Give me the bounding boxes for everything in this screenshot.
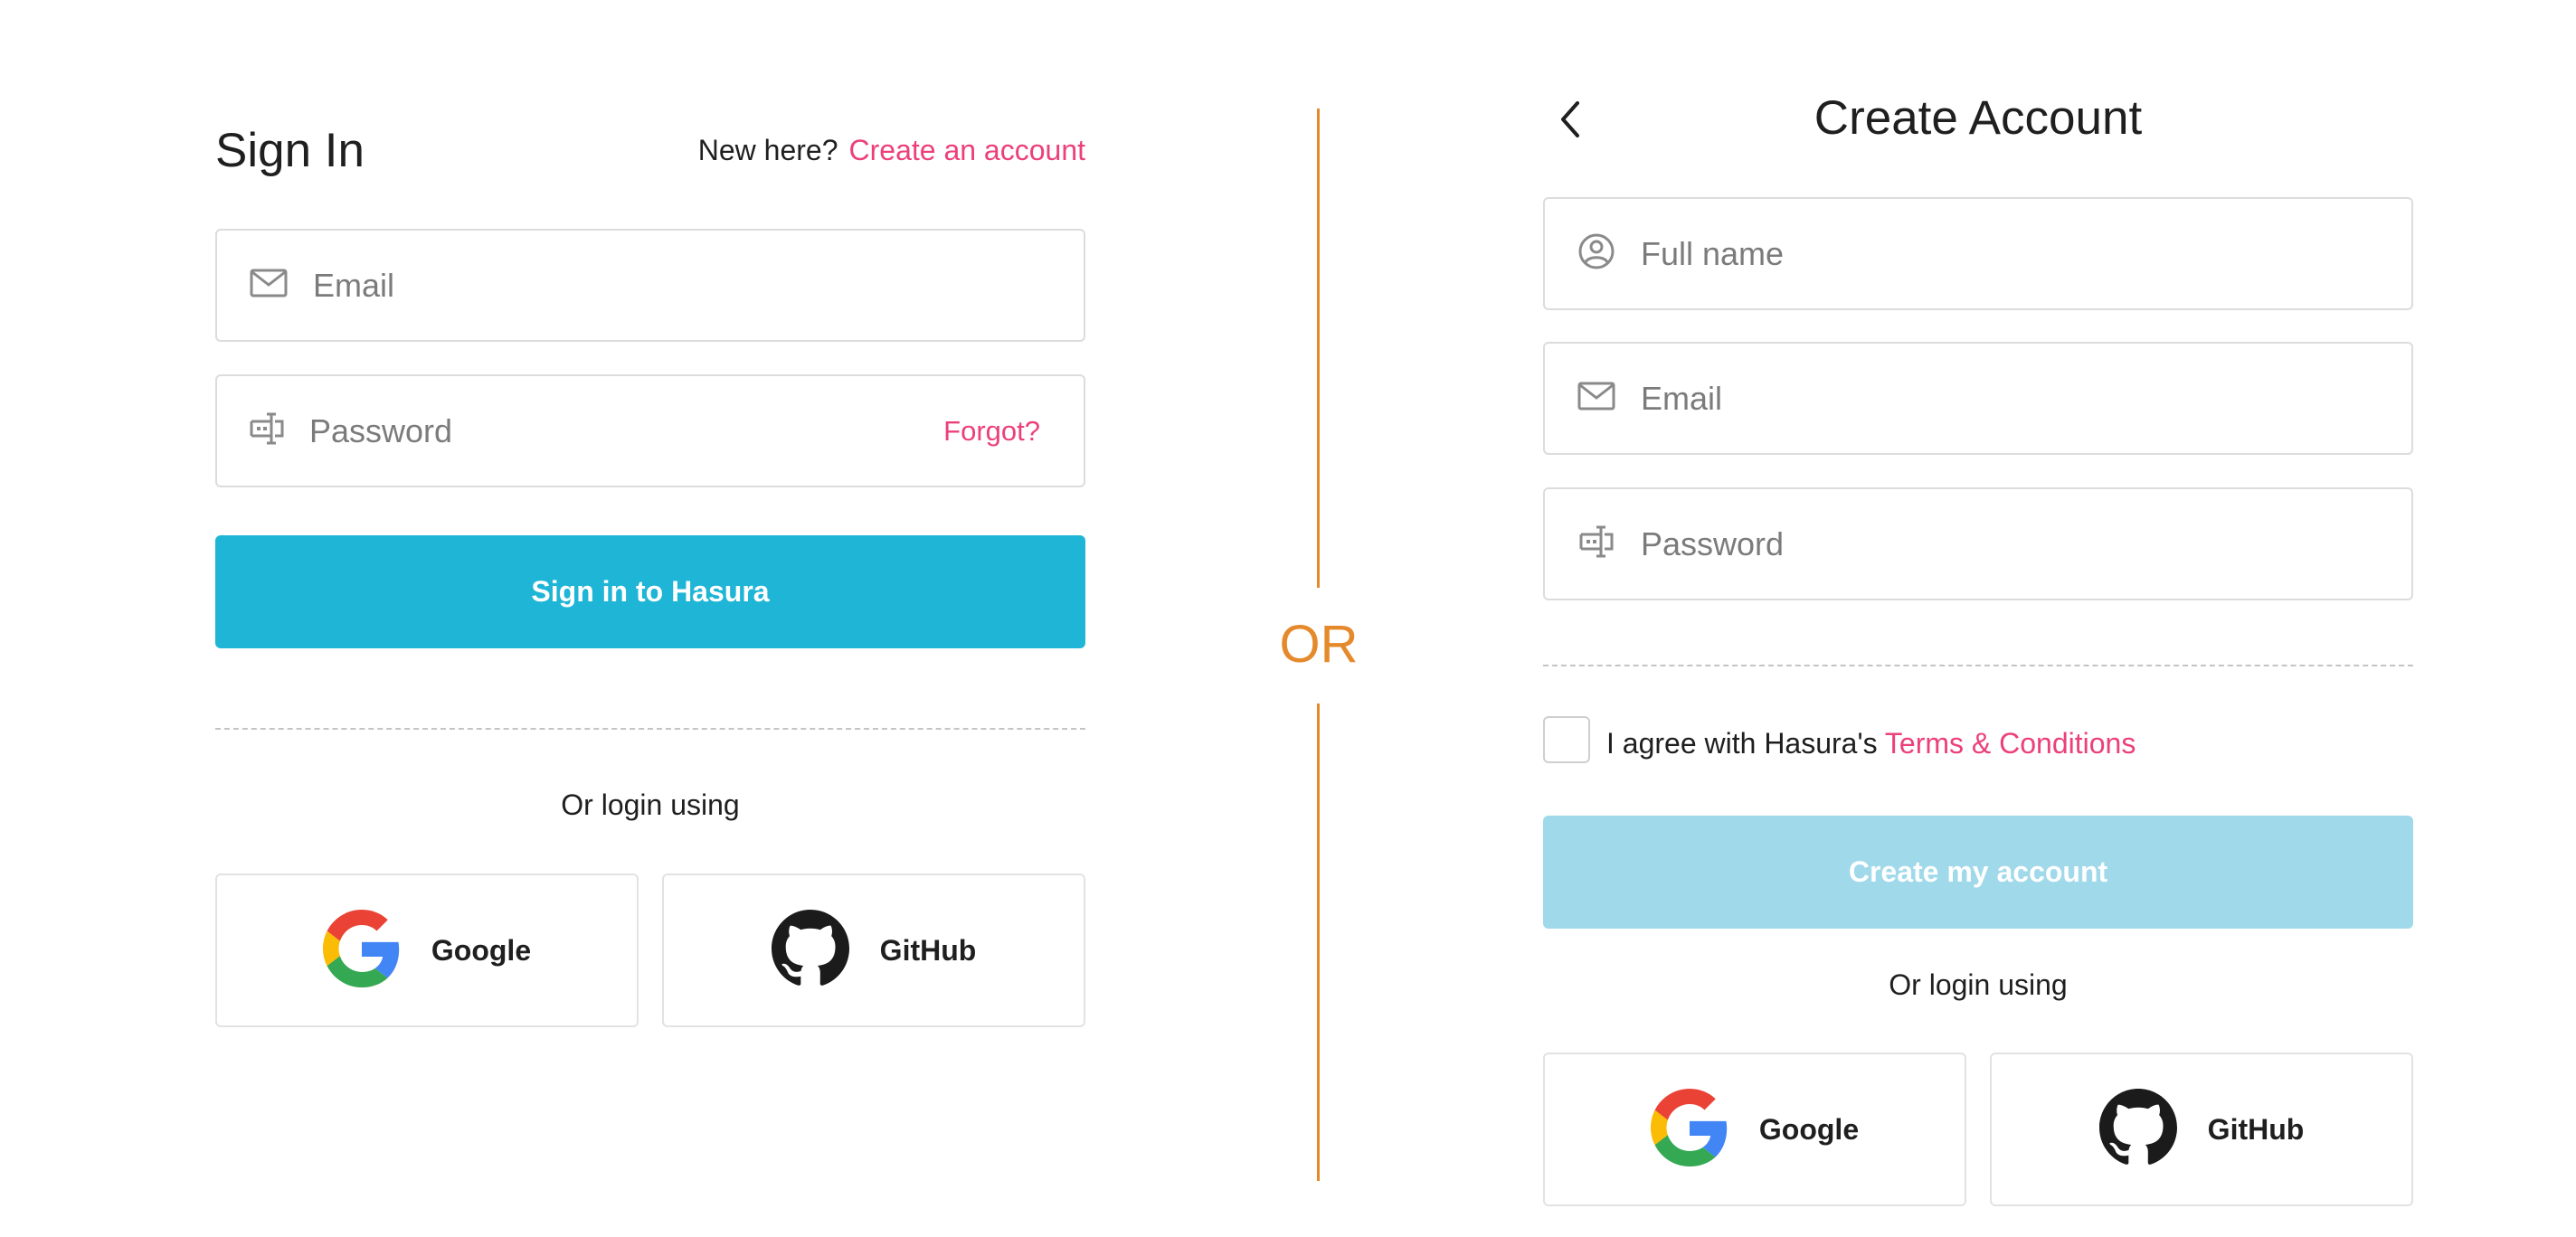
signup-google-button[interactable]: Google: [1543, 1053, 1966, 1206]
create-account-title: Create Account: [1814, 91, 2143, 145]
signin-password-field[interactable]: Forgot?: [215, 374, 1085, 487]
signin-divider: [215, 728, 1085, 730]
google-logo-icon: [1650, 1088, 1728, 1171]
terms-agree-label: I agree with Hasura's: [1606, 727, 1878, 760]
signin-github-label: GitHub: [879, 933, 977, 967]
github-logo-icon: [2098, 1088, 2177, 1171]
divider-line-bottom: [1317, 703, 1320, 1181]
signup-google-label: Google: [1758, 1112, 1860, 1146]
signin-or-login-label: Or login using: [561, 788, 740, 821]
signin-button[interactable]: Sign in to Hasura: [215, 535, 1085, 648]
signup-or-login-label: Or login using: [1889, 968, 2068, 1001]
signin-google-button[interactable]: Google: [215, 873, 639, 1027]
user-circle-icon: [1577, 232, 1615, 275]
signup-github-label: GitHub: [2207, 1112, 2305, 1146]
signin-google-label: Google: [431, 933, 532, 967]
signin-email-input[interactable]: [313, 266, 1084, 305]
terms-conditions-link[interactable]: Terms & Conditions: [1885, 727, 2136, 760]
terms-checkbox[interactable]: [1543, 716, 1590, 763]
new-here-prompt: New here? Create an account: [698, 136, 1085, 165]
signup-fullname-input[interactable]: [1641, 234, 2411, 273]
signup-github-button[interactable]: GitHub: [1990, 1053, 2413, 1206]
google-logo-icon: [322, 909, 401, 992]
mail-icon: [250, 269, 288, 302]
signup-password-field[interactable]: [1543, 487, 2413, 600]
signup-divider: [1543, 665, 2413, 666]
mail-icon: [1577, 382, 1615, 415]
signup-fullname-field[interactable]: [1543, 197, 2413, 310]
signin-title: Sign In: [215, 124, 365, 177]
create-account-link[interactable]: Create an account: [849, 134, 1086, 166]
or-label: OR: [1279, 615, 1359, 674]
signup-email-field[interactable]: [1543, 342, 2413, 455]
forgot-password-link[interactable]: Forgot?: [943, 415, 1040, 448]
password-cursor-icon: [1577, 525, 1615, 562]
signin-password-input[interactable]: [309, 411, 944, 450]
divider-line-top: [1317, 109, 1320, 588]
new-here-label: New here?: [697, 134, 838, 166]
terms-agreement: I agree with Hasura's Terms & Conditions: [1606, 729, 2136, 758]
signup-email-input[interactable]: [1641, 379, 2411, 418]
password-cursor-icon: [250, 412, 284, 449]
create-account-button[interactable]: Create my account: [1543, 816, 2413, 929]
signup-password-input[interactable]: [1641, 524, 2411, 563]
github-logo-icon: [771, 909, 849, 992]
signin-github-button[interactable]: GitHub: [662, 873, 1085, 1027]
signin-email-field[interactable]: [215, 229, 1085, 342]
